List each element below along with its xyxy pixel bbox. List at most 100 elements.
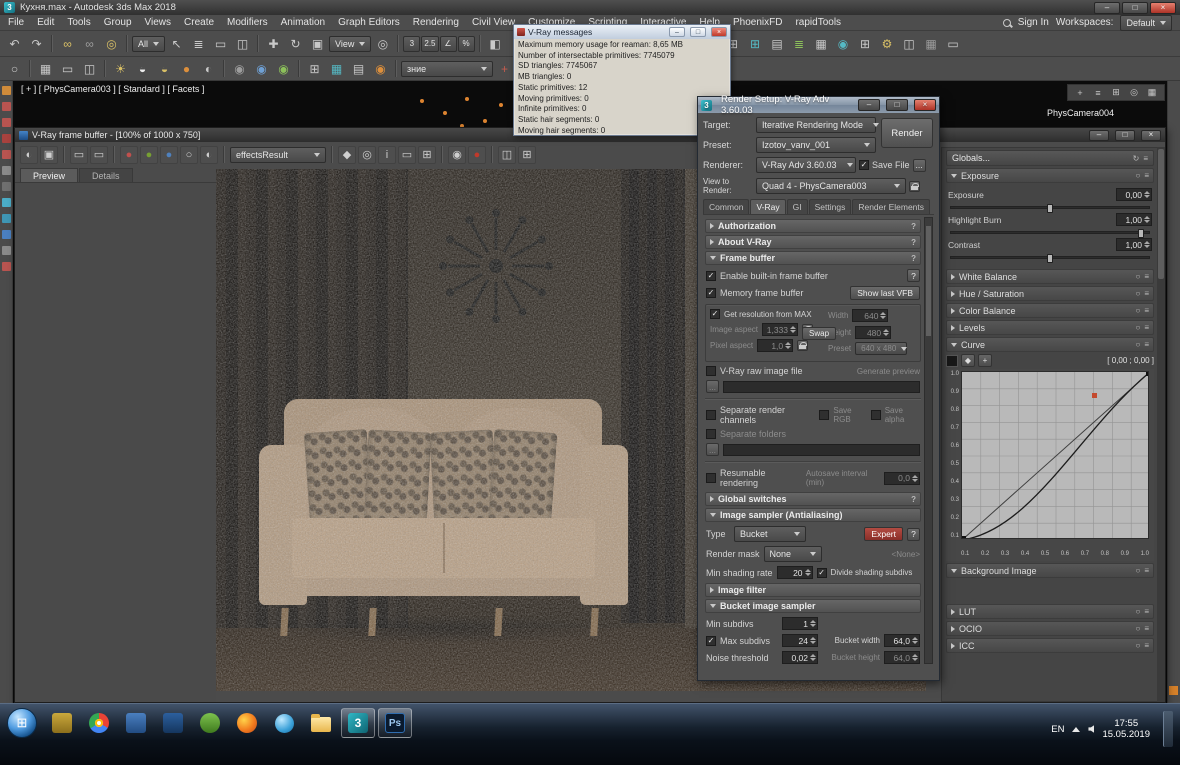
toolbar-layers2-icon[interactable]: ▤	[767, 33, 788, 54]
vfb-region-render-icon[interactable]: ▭	[398, 145, 416, 164]
left-toolbar-icon[interactable]	[1, 182, 11, 191]
separate-folders-checkbox[interactable]	[706, 429, 716, 439]
teapot-white-icon[interactable]: ◒	[132, 58, 153, 79]
save-rgb-checkbox[interactable]	[819, 410, 830, 420]
highlight-burn-slider[interactable]	[950, 229, 1150, 238]
rollout-authorization[interactable]: Authorization?	[705, 219, 921, 233]
renderer-dropdown[interactable]: V-Ray Adv 3.60.03	[756, 157, 856, 173]
workspaces-dropdown[interactable]: Default	[1120, 14, 1172, 31]
curve-color-swatch[interactable]	[946, 354, 958, 367]
resumable-rendering-checkbox[interactable]	[706, 473, 716, 483]
left-toolbar-icon[interactable]	[1, 86, 11, 95]
layers-small-icon[interactable]: ▤	[348, 58, 369, 79]
menu-rendering[interactable]: Rendering	[413, 17, 459, 28]
height-spinner[interactable]: 480	[855, 326, 892, 339]
exposure-slider[interactable]	[950, 204, 1150, 213]
select-object-button[interactable]: ↖	[166, 33, 187, 54]
bucket-height-spinner[interactable]: 64,0	[884, 651, 920, 664]
render-setup-titlebar[interactable]: 3 Render Setup: V-Ray Adv 3.60.03 – □ ×	[698, 94, 939, 116]
toolbar-grid2-icon[interactable]: ▦	[811, 33, 832, 54]
toolbar-table3-icon[interactable]: ⊞	[855, 33, 876, 54]
scroll-marker[interactable]	[1169, 686, 1178, 695]
fb-help-button[interactable]: ?	[907, 269, 920, 282]
show-desktop-button[interactable]	[1163, 711, 1173, 747]
select-link-icon[interactable]: ∞	[57, 33, 78, 54]
menu-create[interactable]: Create	[184, 17, 214, 28]
contrast-slider[interactable]	[950, 254, 1150, 263]
tab-common[interactable]: Common	[703, 199, 750, 214]
tab-settings[interactable]: Settings	[808, 199, 852, 214]
swap-button[interactable]: Swap	[802, 327, 837, 340]
rollout-about-vray[interactable]: About V-Ray?	[705, 235, 921, 249]
raw-file-path-field[interactable]	[723, 380, 920, 393]
contrast-spinner[interactable]: 1,00	[1116, 238, 1152, 251]
add-view-icon[interactable]: +	[1073, 86, 1087, 100]
cc-section-background-image[interactable]: Background Image ○ ≡	[946, 563, 1154, 578]
rollout-global-switches[interactable]: Global switches?	[705, 492, 921, 506]
exposure-spinner[interactable]: 0,00	[1116, 188, 1152, 201]
taskbar-app-photoshop[interactable]: Ps	[378, 708, 412, 738]
minimize-button[interactable]: –	[1094, 1, 1120, 14]
vfb-maximize-button[interactable]: □	[1115, 129, 1135, 141]
sampler-type-dropdown[interactable]: Buc­ket	[734, 526, 806, 542]
taskbar-app-media[interactable]	[156, 708, 190, 738]
vfb-history-icon[interactable]: ◐	[20, 145, 38, 164]
min-subdivs-spinner[interactable]: 1	[782, 617, 818, 630]
curve-plot[interactable]	[961, 371, 1149, 539]
vfb-compare-icon[interactable]: ◫	[498, 145, 516, 164]
vfb-monitor2-icon[interactable]: ▭	[90, 145, 108, 164]
viewport-region-icon[interactable]: ▭	[57, 58, 78, 79]
light-sun-icon[interactable]: ☀	[110, 58, 131, 79]
taskbar-app-commander[interactable]	[45, 708, 79, 738]
menu-modifiers[interactable]: Modifiers	[227, 17, 268, 28]
select-region-button[interactable]: ▭	[210, 33, 231, 54]
vfb-alpha-channel-icon[interactable]: ○	[180, 145, 198, 164]
select-by-name-button[interactable]: ≣	[188, 33, 209, 54]
move-button[interactable]: ✚	[263, 33, 284, 54]
curve-graph[interactable]: 1.00.90.8 0.70.60.5 0.40.30.2 0.1	[946, 369, 1154, 561]
taskbar-app-skype[interactable]	[267, 708, 301, 738]
tab-render-elements[interactable]: Render Elements	[852, 199, 931, 214]
enable-builtin-fb-checkbox[interactable]: ✓	[706, 270, 716, 281]
search-icon[interactable]	[1002, 18, 1011, 27]
max-subdivs-spinner[interactable]: 24	[782, 634, 818, 647]
cc-section-levels[interactable]: Levels ○ ≡	[946, 320, 1154, 335]
teapot-yellow-icon[interactable]: ◒	[154, 58, 175, 79]
cc-section-white-balance[interactable]: White Balance ○ ≡	[946, 269, 1154, 284]
left-toolbar-icon[interactable]	[1, 246, 11, 255]
rollout-image-sampler[interactable]: Image sampler (Antialiasing)	[705, 508, 921, 522]
taskbar-app-chrome[interactable]	[82, 708, 116, 738]
width-spinner[interactable]: 640	[852, 309, 889, 322]
menu-phoenixfd[interactable]: PhoenixFD	[733, 17, 782, 28]
spheres-stack-icon[interactable]: ◉	[229, 58, 250, 79]
channels-browse-button[interactable]: ...	[706, 443, 719, 456]
autosave-interval-spinner[interactable]: 0,0	[884, 471, 920, 485]
vfb-monitor-icon[interactable]: ▭	[70, 145, 88, 164]
bucket-width-spinner[interactable]: 64,0	[884, 634, 920, 647]
show-last-vfb-button[interactable]: Show last VFB	[850, 286, 920, 300]
tab-vray[interactable]: V-Ray	[750, 199, 786, 214]
taskbar-app-explorer[interactable]	[304, 708, 338, 738]
camera-view-icon[interactable]: ⊞	[1109, 86, 1123, 100]
spheres-stack2-icon[interactable]: ◉	[251, 58, 272, 79]
sampler-help-button[interactable]: ?	[907, 527, 920, 541]
rs-minimize-button[interactable]: –	[858, 99, 880, 111]
vfb-save-icon[interactable]: ▣	[40, 145, 58, 164]
close-button[interactable]: ×	[1150, 1, 1176, 14]
menu-group[interactable]: Group	[104, 17, 132, 28]
cc-section-hue-saturation[interactable]: Hue / Saturation ○ ≡	[946, 286, 1154, 301]
camera-name-label[interactable]: PhysCamera004	[1047, 108, 1114, 118]
render-setup-scrollbar[interactable]	[924, 217, 933, 664]
save-file-browse-button[interactable]: ...	[912, 158, 926, 172]
toolbar-sphere2-icon[interactable]: ◉	[833, 33, 854, 54]
menu-graph-editors[interactable]: Graph Editors	[338, 17, 400, 28]
min-shading-rate-spinner[interactable]: 20	[776, 566, 813, 579]
messages-minimize-button[interactable]: –	[669, 27, 685, 37]
vfb-minimize-button[interactable]: –	[1089, 129, 1109, 141]
volume-icon[interactable]	[1088, 725, 1095, 733]
save-alpha-checkbox[interactable]	[870, 410, 881, 420]
cc-section-color-balance[interactable]: Color Balance ○ ≡	[946, 303, 1154, 318]
taskbar-app-green[interactable]	[193, 708, 227, 738]
save-file-checkbox[interactable]: ✓	[859, 160, 869, 170]
left-toolbar-icon[interactable]	[1, 150, 11, 159]
